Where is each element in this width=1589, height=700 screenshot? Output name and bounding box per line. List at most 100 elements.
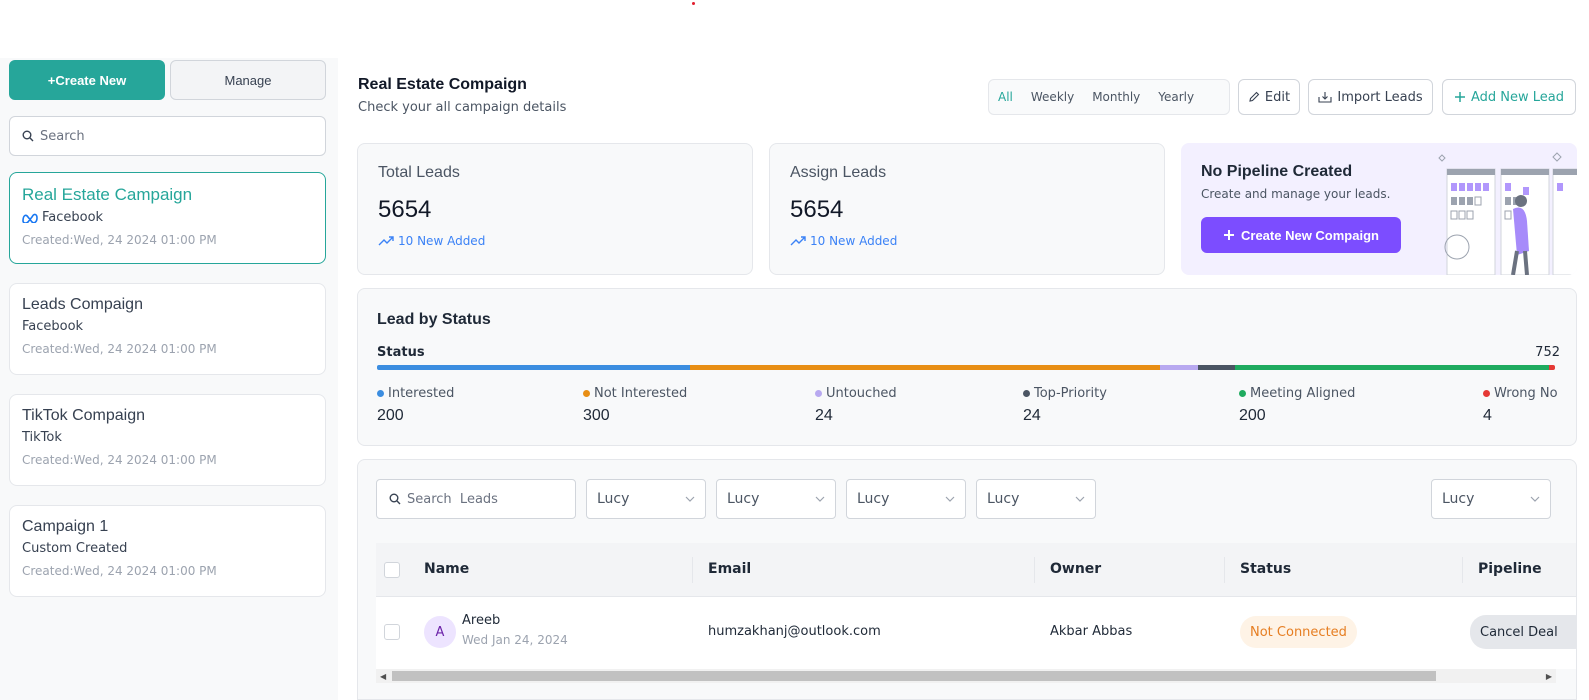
legend-wrong-no: Wrong No 4 [1483,386,1558,425]
filter-all[interactable]: All [989,90,1022,104]
select-value: Lucy [987,491,1020,507]
page-title: Real Estate Compaign [358,76,527,93]
legend-not-interested: Not Interested 300 [583,386,687,425]
campaign-search-input[interactable]: Search [9,116,326,156]
legend-dot [1023,390,1030,397]
filter-select-1[interactable]: Lucy [586,479,706,519]
table-header: Name Email Owner Status Pipeline [376,543,1576,597]
total-leads-card: Total Leads 5654 10 New Added [357,143,753,275]
select-value: Lucy [1442,491,1475,507]
legend-value: 24 [1023,407,1041,424]
plus-icon [1224,230,1234,240]
status-bar-segment [1160,365,1198,370]
column-email[interactable]: Email [708,561,751,577]
campaign-date: Created:Wed, 24 2024 01:00 PM [22,342,217,356]
campaign-source: Facebook [22,210,313,225]
trend-up-icon [790,236,806,246]
pipeline-pill[interactable]: Cancel Deal [1470,615,1576,649]
campaign-title: Campaign 1 [22,518,109,535]
status-bar [377,365,1555,370]
column-name[interactable]: Name [424,561,469,577]
legend-value: 200 [377,407,404,424]
create-new-campaign-button[interactable]: Create New Compaign [1201,217,1401,253]
select-value: Lucy [857,491,890,507]
status-label: Status [377,345,425,360]
legend-label: Not Interested [594,386,688,401]
scroll-right-icon[interactable]: ▶ [1546,672,1552,681]
campaign-title: Leads Compaign [22,296,143,313]
legend-dot [815,390,822,397]
filter-weekly[interactable]: Weekly [1022,90,1083,104]
status-badge[interactable]: Not Connected [1240,616,1357,648]
edit-button[interactable]: Edit [1238,79,1300,115]
lead-email: humzakhanj@outlook.com [708,624,881,639]
column-owner[interactable]: Owner [1050,561,1101,577]
table-row[interactable]: A Areeb Wed Jan 24, 2024 humzakhanj@outl… [376,597,1576,669]
create-new-button[interactable]: +Create New [9,60,165,100]
import-icon [1318,92,1332,103]
status-bar-segment [690,365,1161,370]
search-icon [22,130,34,142]
filter-monthly[interactable]: Monthly [1083,90,1149,104]
filter-select-2[interactable]: Lucy [716,479,836,519]
legend-top-priority: Top-Priority 24 [1023,386,1107,425]
column-divider [1224,557,1225,583]
row-checkbox[interactable] [384,624,400,640]
campaign-source: TikTok [22,430,62,445]
select-all-checkbox[interactable] [384,562,400,578]
create-new-campaign-label: Create New Compaign [1241,227,1379,243]
horizontal-scrollbar[interactable]: ◀ ▶ [376,669,1556,683]
manage-button[interactable]: Manage [170,60,326,100]
stat-new-label: 10 New Added [398,234,486,248]
campaign-date: Created:Wed, 24 2024 01:00 PM [22,233,217,247]
campaign-source-label: Facebook [42,210,104,225]
scrollbar-thumb[interactable] [392,671,1436,681]
campaign-card-campaign-1[interactable]: Campaign 1 Custom Created Created:Wed, 2… [9,505,326,597]
chevron-down-icon [945,496,955,502]
filter-select-5[interactable]: Lucy [1431,479,1551,519]
select-value: Lucy [727,491,760,507]
column-status[interactable]: Status [1240,561,1291,577]
lead-status-heading: Lead by Status [377,311,491,328]
column-divider [1034,557,1035,583]
campaign-date: Created:Wed, 24 2024 01:00 PM [22,453,217,467]
legend-value: 4 [1483,407,1492,424]
status-bar-segment [1235,365,1549,370]
pipeline-card: No Pipeline Created Create and manage yo… [1181,143,1577,275]
filter-select-3[interactable]: Lucy [846,479,966,519]
column-divider [692,557,693,583]
scroll-left-icon[interactable]: ◀ [380,672,386,681]
campaign-title: Real Estate Campaign [22,185,193,204]
legend-dot [583,390,590,397]
campaign-card-real-estate[interactable]: Real Estate Campaign Facebook Created:We… [9,172,326,264]
lead-search-input[interactable]: Search Leads [376,479,576,519]
legend-value: 24 [815,407,833,424]
add-new-lead-button[interactable]: Add New Lead [1442,79,1576,115]
status-bar-segment [1197,365,1236,370]
campaign-card-leads[interactable]: Leads Compaign Facebook Created:Wed, 24 … [9,283,326,375]
column-pipeline[interactable]: Pipeline [1478,561,1542,577]
lead-status-card: Lead by Status Status 752 Interested 200… [357,288,1577,446]
legend-dot [377,390,384,397]
pipeline-illustration [1438,152,1577,275]
legend-dot [1483,390,1490,397]
stat-new-added: 10 New Added [378,234,732,248]
campaign-source: Custom Created [22,541,128,556]
meta-icon [22,213,38,223]
top-bar [0,0,1589,58]
red-dot [692,2,695,5]
import-leads-button[interactable]: Import Leads [1308,79,1433,115]
legend-value: 200 [1239,407,1266,424]
campaign-card-tiktok[interactable]: TikTok Compaign TikTok Created:Wed, 24 2… [9,394,326,486]
stat-new-added: 10 New Added [790,234,1144,248]
edit-label: Edit [1264,89,1291,105]
legend-dot [1239,390,1246,397]
filter-yearly[interactable]: Yearly [1149,90,1203,104]
filter-select-4[interactable]: Lucy [976,479,1096,519]
page-subtitle: Check your all campaign details [358,100,567,115]
search-icon [389,493,401,505]
campaign-title: TikTok Compaign [22,407,146,424]
lead-name[interactable]: Areeb [462,613,500,628]
stat-value: 5654 [790,196,844,223]
legend-interested: Interested 200 [377,386,454,425]
